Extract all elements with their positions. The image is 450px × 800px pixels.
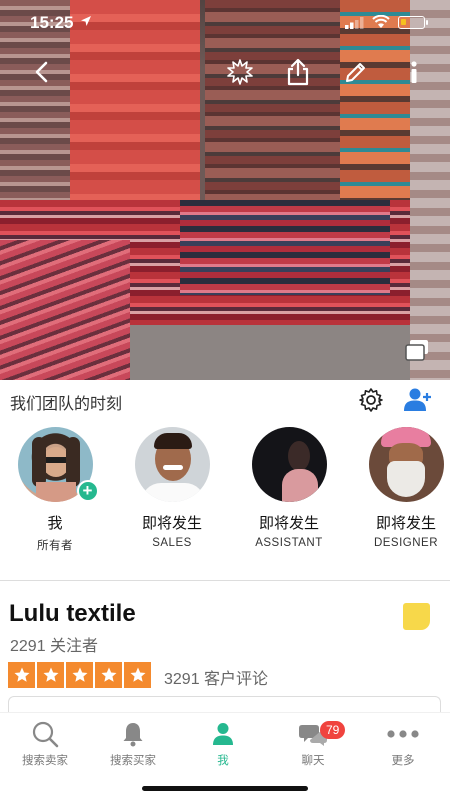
tab-search-sellers[interactable]: 搜索卖家 bbox=[0, 719, 90, 768]
tab-more[interactable]: 更多 bbox=[358, 719, 448, 768]
followers-count[interactable]: 2291 关注者 bbox=[10, 632, 98, 656]
star-icon bbox=[66, 662, 93, 688]
sparkle-badge-icon bbox=[227, 59, 253, 85]
photo-stack-icon bbox=[405, 340, 428, 361]
wifi-icon bbox=[372, 15, 390, 28]
home-indicator bbox=[142, 786, 308, 791]
hero-photo-part bbox=[0, 240, 130, 380]
team-member-sales[interactable]: 即将发生 SALES bbox=[117, 425, 227, 549]
edit-button[interactable] bbox=[342, 58, 370, 86]
person-icon bbox=[213, 723, 233, 745]
chevron-left-icon bbox=[35, 61, 48, 83]
reviews-count[interactable]: 3291 客户评论 bbox=[164, 665, 268, 689]
location-arrow-icon bbox=[81, 16, 91, 26]
member-role: ASSISTANT bbox=[255, 537, 323, 549]
member-name: 即将发生 bbox=[258, 515, 319, 532]
star-icon bbox=[124, 662, 151, 688]
share-button[interactable] bbox=[284, 58, 312, 86]
tab-search-buyers[interactable]: 搜索买家 bbox=[88, 719, 178, 768]
unread-badge: 79 bbox=[320, 721, 346, 739]
member-name: 即将发生 bbox=[141, 515, 202, 532]
hero-photo-part bbox=[180, 200, 390, 295]
gallery-button[interactable] bbox=[404, 338, 430, 367]
team-section-title: 我们团队的时刻 bbox=[10, 396, 123, 413]
add-team-member-button[interactable] bbox=[404, 387, 432, 418]
pencil-icon bbox=[346, 63, 365, 82]
member-role: SALES bbox=[152, 537, 192, 549]
divider bbox=[0, 580, 450, 581]
hero-photo-part bbox=[410, 0, 450, 380]
team-members-row: + 我 所有者 即将发生 SALES 即将发生 ASSISTANT 即将发生 D… bbox=[0, 425, 450, 555]
team-settings-button[interactable] bbox=[358, 387, 384, 418]
star-icon bbox=[95, 662, 122, 688]
tab-chat[interactable]: 79 聊天 bbox=[268, 719, 358, 768]
tab-me[interactable]: 我 bbox=[178, 719, 268, 768]
avatar: + bbox=[17, 427, 99, 502]
bell-icon bbox=[123, 723, 143, 747]
star-icon bbox=[37, 662, 64, 688]
status-bar: 15:25 bbox=[0, 0, 450, 46]
tab-label: 我 bbox=[217, 755, 229, 767]
hero-image[interactable]: 15:25 bbox=[0, 0, 450, 380]
share-icon bbox=[287, 58, 309, 86]
add-user-icon bbox=[404, 388, 431, 411]
add-photo-badge[interactable]: + bbox=[76, 480, 99, 502]
member-name: 我 bbox=[47, 515, 63, 532]
gear-icon bbox=[359, 388, 383, 412]
member-role: DESIGNER bbox=[373, 537, 439, 549]
back-button[interactable] bbox=[27, 58, 55, 86]
star-icon bbox=[8, 662, 35, 688]
info-button[interactable] bbox=[400, 58, 428, 86]
avatar bbox=[134, 427, 210, 502]
member-role: 所有者 bbox=[37, 540, 73, 552]
battery-icon bbox=[398, 16, 428, 29]
tab-label: 更多 bbox=[391, 755, 415, 767]
sticky-note-icon[interactable] bbox=[403, 603, 430, 630]
member-name: 即将发生 bbox=[375, 515, 436, 532]
avatar bbox=[368, 427, 444, 502]
tab-label: 搜索卖家 bbox=[22, 755, 68, 767]
signal-icon bbox=[345, 17, 364, 29]
tab-label: 搜索买家 bbox=[110, 755, 156, 767]
more-icon bbox=[387, 730, 419, 738]
team-member-designer[interactable]: 即将发生 DESIGNER bbox=[351, 425, 450, 549]
status-time: 15:25 bbox=[30, 13, 74, 32]
rating-stars bbox=[8, 662, 151, 688]
avatar bbox=[251, 427, 327, 502]
search-icon bbox=[32, 721, 59, 748]
store-name: Lulu textile bbox=[9, 600, 136, 627]
info-icon bbox=[411, 61, 417, 83]
sparkle-button[interactable] bbox=[226, 58, 254, 86]
tab-label: 聊天 bbox=[301, 755, 325, 767]
team-member-owner[interactable]: + 我 所有者 bbox=[0, 425, 110, 553]
team-member-assistant[interactable]: 即将发生 ASSISTANT bbox=[234, 425, 344, 549]
